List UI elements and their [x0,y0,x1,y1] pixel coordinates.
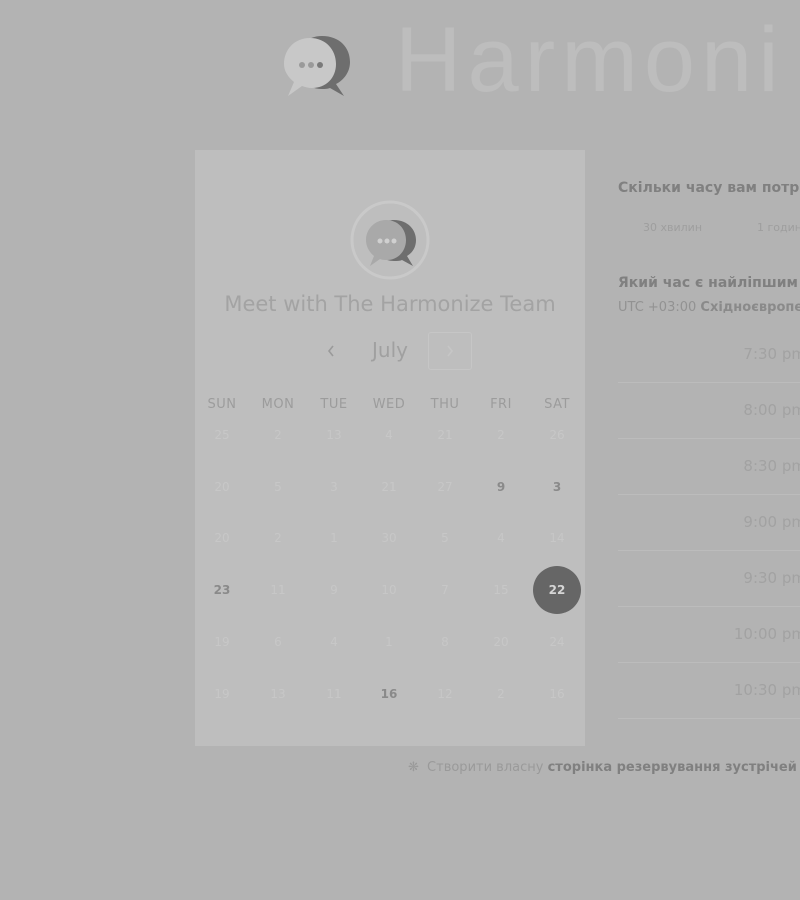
duration-option-30-min[interactable]: 30 хвилин [643,221,702,234]
footer-branding: ❋ Створити власну сторінка резервування … [408,760,797,775]
calendar-day: 21 [381,480,397,494]
calendar-day: 19 [214,687,230,701]
calendar-day: 7 [441,583,449,597]
time-slot-label: 10:00 pm [733,625,800,643]
chevron-right-icon [447,345,454,357]
time-question: Який час є найліпшим д [618,275,800,291]
next-month-button[interactable] [428,332,472,370]
time-slot[interactable]: 10:00 pm [618,607,800,663]
calendar-day: 11 [326,687,342,701]
time-slot[interactable]: 8:30 pm [618,439,800,495]
timezone-offset: UTC +03:00 [618,300,697,315]
calendar-day: 8 [441,635,449,649]
calendar-day: 15 [493,583,509,597]
calendar-day: 11 [270,583,286,597]
time-slot[interactable]: 10:30 pm [618,663,800,719]
calendar-day: 2 [497,428,505,442]
calendar-day: 16 [549,687,565,701]
calendar-day: 10 [381,583,397,597]
time-slot-label: 8:00 pm [743,401,800,419]
calendar-day[interactable]: 16 [361,674,417,714]
duration-question: Скільки часу вам потрі [618,180,800,196]
weekday-label: TUE [320,397,348,412]
month-label: July [372,338,408,362]
time-slot[interactable]: 9:30 pm [618,551,800,607]
time-slot[interactable]: 9:00 pm [618,495,800,551]
time-slot-list: 7:30 pm 8:00 pm 8:30 pm 9:00 pm 9:30 pm … [618,327,800,719]
sprocket-icon: ❋ [408,760,419,775]
calendar-day: 25 [214,428,230,442]
calendar-day: 21 [437,428,453,442]
calendar-day: 14 [549,531,565,545]
calendar-day[interactable]: 9 [473,467,529,507]
calendar-day: 12 [437,687,453,701]
weekday-label: WED [372,397,406,412]
calendar-day: 4 [385,428,393,442]
chevron-left-icon [327,345,334,357]
panel-avatar-icon [350,200,430,280]
weekday-label: FRI [490,397,512,412]
calendar-day: 26 [549,428,565,442]
calendar-day: 30 [381,531,397,545]
panel-title: Meet with The Harmonize Team [224,292,556,316]
calendar-day: 4 [497,531,505,545]
timezone-selector[interactable]: UTC +03:00 Східноєвропей [618,300,800,315]
brand-name: Harmoni [395,9,785,111]
footer-prefix: Створити власну [427,760,544,775]
calendar-day: 4 [330,635,338,649]
timezone-name: Східноєвропей [700,300,800,315]
calendar-day: 5 [274,480,282,494]
calendar-day: 20 [493,635,509,649]
calendar-day: 2 [497,687,505,701]
calendar-day: 9 [330,583,338,597]
calendar-day: 13 [326,428,342,442]
time-slot-label: 10:30 pm [733,681,800,699]
calendar-day: 24 [549,635,565,649]
time-slot[interactable]: 7:30 pm [618,327,800,383]
time-slot[interactable]: 8:00 pm [618,383,800,439]
weekday-label: SAT [544,397,570,412]
calendar-day: 20 [214,480,230,494]
calendar-day: 2 [274,531,282,545]
calendar-day[interactable]: 3 [529,467,585,507]
calendar-day: 6 [274,635,282,649]
harmonize-logo-icon [284,36,350,96]
previous-month-button[interactable] [316,336,346,366]
time-slot-label: 9:30 pm [743,569,800,587]
calendar-day: 20 [214,531,230,545]
calendar-day: 19 [214,635,230,649]
duration-option-1-hour[interactable]: 1 годин [757,221,800,234]
calendar-day: 5 [441,531,449,545]
calendar-day[interactable]: 23 [194,570,250,610]
time-slot-label: 7:30 pm [743,345,800,363]
time-slot-label: 8:30 pm [743,457,800,475]
weekday-label: MON [261,397,295,412]
calendar-day: 1 [385,635,393,649]
weekday-label: THU [430,397,460,412]
calendar-day-selected[interactable]: 22 [533,566,581,614]
calendar-day: 13 [270,687,286,701]
calendar-day: 2 [274,428,282,442]
calendar-day: 27 [437,480,453,494]
footer-link[interactable]: сторінка резервування зустрічей [548,760,797,775]
calendar-day: 3 [330,480,338,494]
time-slot-label: 9:00 pm [743,513,800,531]
weekday-label: SUN [207,397,237,412]
calendar-day: 1 [330,531,338,545]
